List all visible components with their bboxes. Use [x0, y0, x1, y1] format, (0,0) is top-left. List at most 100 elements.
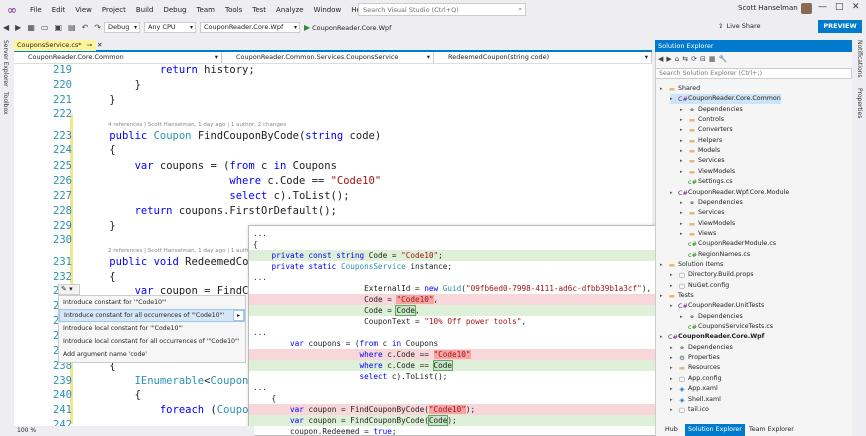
forward-icon[interactable]: ▶ [666, 55, 671, 63]
menu-debug[interactable]: Debug [158, 0, 191, 20]
expander-icon[interactable]: ▸ [670, 395, 676, 405]
menu-build[interactable]: Build [131, 0, 159, 20]
save-icon[interactable]: ▣ [51, 23, 65, 32]
tree-node[interactable]: ▸ C# CouponReader.Core.Common [670, 94, 781, 105]
tree-node[interactable]: ▸ ▬ Helpers [680, 136, 722, 146]
menu-view[interactable]: View [70, 0, 97, 20]
menu-project[interactable]: Project [97, 0, 131, 20]
toolbox-tab[interactable]: Toolbox [2, 92, 9, 115]
preview-badge[interactable]: PREVIEW [818, 20, 862, 33]
tree-node[interactable]: ▸ ▬ Models [680, 146, 720, 156]
tree-node[interactable]: ▸ ◈ Shell.xaml [670, 395, 721, 405]
tree-node[interactable]: ▸ ◈ App.xaml [670, 384, 718, 394]
tree-node[interactable]: ▸ ▬ ViewModels [680, 219, 735, 229]
tree-node[interactable]: ▸ ⚭ Dependencies [680, 312, 743, 322]
expander-icon[interactable]: ▸ [680, 146, 686, 156]
user-name[interactable]: Scott Hanselman [738, 4, 798, 12]
expander-icon[interactable]: ▸ [680, 167, 686, 177]
tree-node[interactable]: ▸ ⚭ Dependencies [670, 343, 733, 353]
notifications-tab[interactable]: Notifications [856, 40, 863, 78]
live-share-button[interactable]: ⇪ Live Share [718, 22, 761, 30]
tree-node[interactable]: ▸ ▢ Directory.Build.props [670, 270, 754, 280]
redo-icon[interactable]: ↷ [91, 23, 104, 32]
expander-icon[interactable]: ▸ [680, 229, 686, 239]
tab-couponsservice[interactable]: CouponsService.cs* ⊸ ✕ [14, 40, 102, 51]
new-item-icon[interactable]: ▦ [24, 23, 38, 32]
close-tab-icon[interactable]: ✕ [97, 40, 102, 51]
expander-icon[interactable]: ▸ [680, 198, 686, 208]
save-all-icon[interactable]: ▤ [65, 23, 79, 32]
expander-icon[interactable]: ▸ [660, 84, 666, 94]
expander-icon[interactable]: ▸ [680, 156, 686, 166]
tab-team-explorer[interactable]: Team Explorer [745, 424, 805, 436]
home-icon[interactable]: ⌂ [675, 55, 679, 63]
back-icon[interactable]: ◀ [0, 23, 12, 32]
expander-icon[interactable]: ▸ [670, 281, 676, 291]
menu-tools[interactable]: Tools [220, 0, 247, 20]
expander-icon[interactable]: ▸ [660, 332, 666, 342]
avatar[interactable] [801, 3, 812, 14]
solution-explorer-title[interactable]: Solution Explorer [655, 40, 852, 52]
quick-actions-screwdriver-icon[interactable]: ✎ ▾ [58, 284, 80, 295]
tree-node[interactable]: c# RegionNames.cs [680, 250, 750, 260]
expander-icon[interactable]: ▸ [670, 270, 676, 280]
collapse-all-icon[interactable]: ⊟ [700, 55, 706, 63]
expander-icon[interactable]: ▸ [670, 188, 676, 198]
tree-node[interactable]: ▸ ▬ ViewModels [680, 167, 735, 177]
startup-project-dropdown[interactable]: CouponReader.Core.Wpf ▾ [199, 22, 300, 33]
tab-solution-explorer[interactable]: Solution Explorer [685, 424, 745, 436]
menu-file[interactable]: File [25, 0, 47, 20]
expander-icon[interactable]: ▸ [670, 405, 676, 415]
codelens-info[interactable]: 4 references | Scott Hanselman, 1 day ag… [108, 122, 286, 128]
close-icon[interactable]: ✕ [852, 2, 860, 12]
tree-node[interactable]: ▸ ▬ Converters [680, 125, 733, 135]
project-nav-dropdown[interactable]: CouponReader.Core.Common ▾ [14, 52, 222, 63]
switch-views-icon[interactable]: ⇆ [682, 55, 688, 63]
quick-launch-search[interactable]: Search Visual Studio (Ctrl+Q) ⌕ [358, 3, 526, 16]
properties-icon[interactable]: 🔧 [718, 55, 727, 63]
expander-icon[interactable]: ▸ [660, 260, 666, 270]
expander-icon[interactable]: ▸ [660, 291, 666, 301]
tab-hub[interactable]: Hub [655, 424, 685, 436]
quick-action-item[interactable]: Introduce local constant for '"Code10"' [59, 322, 245, 335]
properties-tab[interactable]: Properties [856, 88, 863, 118]
maximize-icon[interactable]: □ [835, 2, 844, 12]
tree-node[interactable]: ▸ ▬ Tests [660, 291, 694, 301]
menu-analyze[interactable]: Analyze [271, 0, 309, 20]
tree-node[interactable]: ▸ ▬ Shared [660, 84, 700, 94]
menu-team[interactable]: Team [191, 0, 220, 20]
pin-icon[interactable]: ⊸ [87, 40, 92, 51]
tree-node[interactable]: ▸ ▢ App.config [670, 374, 722, 384]
expander-icon[interactable]: ▸ [670, 374, 676, 384]
sync-icon[interactable]: ⟳ [691, 55, 697, 63]
menu-edit[interactable]: Edit [47, 0, 71, 20]
tree-node[interactable]: c# CouponsServiceTests.cs [680, 322, 773, 332]
tree-node[interactable]: ▸ ▬ Views [680, 229, 716, 239]
expander-icon[interactable]: ▸ [670, 343, 676, 353]
tree-node[interactable]: ▸ ▬ Solution Items [660, 260, 723, 270]
expander-icon[interactable]: ▸ [670, 363, 676, 373]
expander-icon[interactable]: ▸ [680, 208, 686, 218]
type-nav-dropdown[interactable]: CouponReader.Common.Services.CouponsServ… [222, 52, 434, 63]
tree-node[interactable]: ▸ ⚭ Dependencies [680, 105, 743, 115]
expander-icon[interactable]: ▸ [680, 312, 686, 322]
tree-node[interactable]: ▸ C# CouponReader.Core.Wpf [660, 332, 764, 342]
tree-node[interactable]: ▸ ▬ Services [680, 156, 725, 166]
platform-dropdown[interactable]: Any CPU ▾ [143, 22, 196, 33]
quick-action-item[interactable]: Add argument name 'code' [59, 348, 245, 361]
server-explorer-tab[interactable]: Server Explorer [2, 40, 9, 87]
tree-node[interactable]: ▸ ▬ Resources [670, 363, 720, 373]
tree-node[interactable]: ▸ ⚭ Dependencies [680, 198, 743, 208]
forward-icon[interactable]: ▶ [12, 23, 24, 32]
tree-node[interactable]: ▸ ⚙ Properties [670, 353, 720, 363]
quick-action-item-selected[interactable]: Introduce constant for all occurrences o… [59, 309, 245, 322]
tree-node[interactable]: ▸ C# CouponReader.Wpf.Core.Module [670, 188, 789, 198]
expander-icon[interactable]: ▸ [680, 219, 686, 229]
tree-node[interactable]: ▸ ▬ Services [680, 208, 725, 218]
undo-icon[interactable]: ↶ [79, 23, 92, 32]
run-button[interactable]: ▶ CouponReader.Core.Wpf [304, 23, 391, 32]
quick-action-item[interactable]: Introduce constant for '"Code10"' [59, 296, 245, 309]
menu-test[interactable]: Test [247, 0, 271, 20]
chevron-right-icon[interactable]: ▸ [233, 310, 244, 321]
expander-icon[interactable]: ▸ [680, 125, 686, 135]
